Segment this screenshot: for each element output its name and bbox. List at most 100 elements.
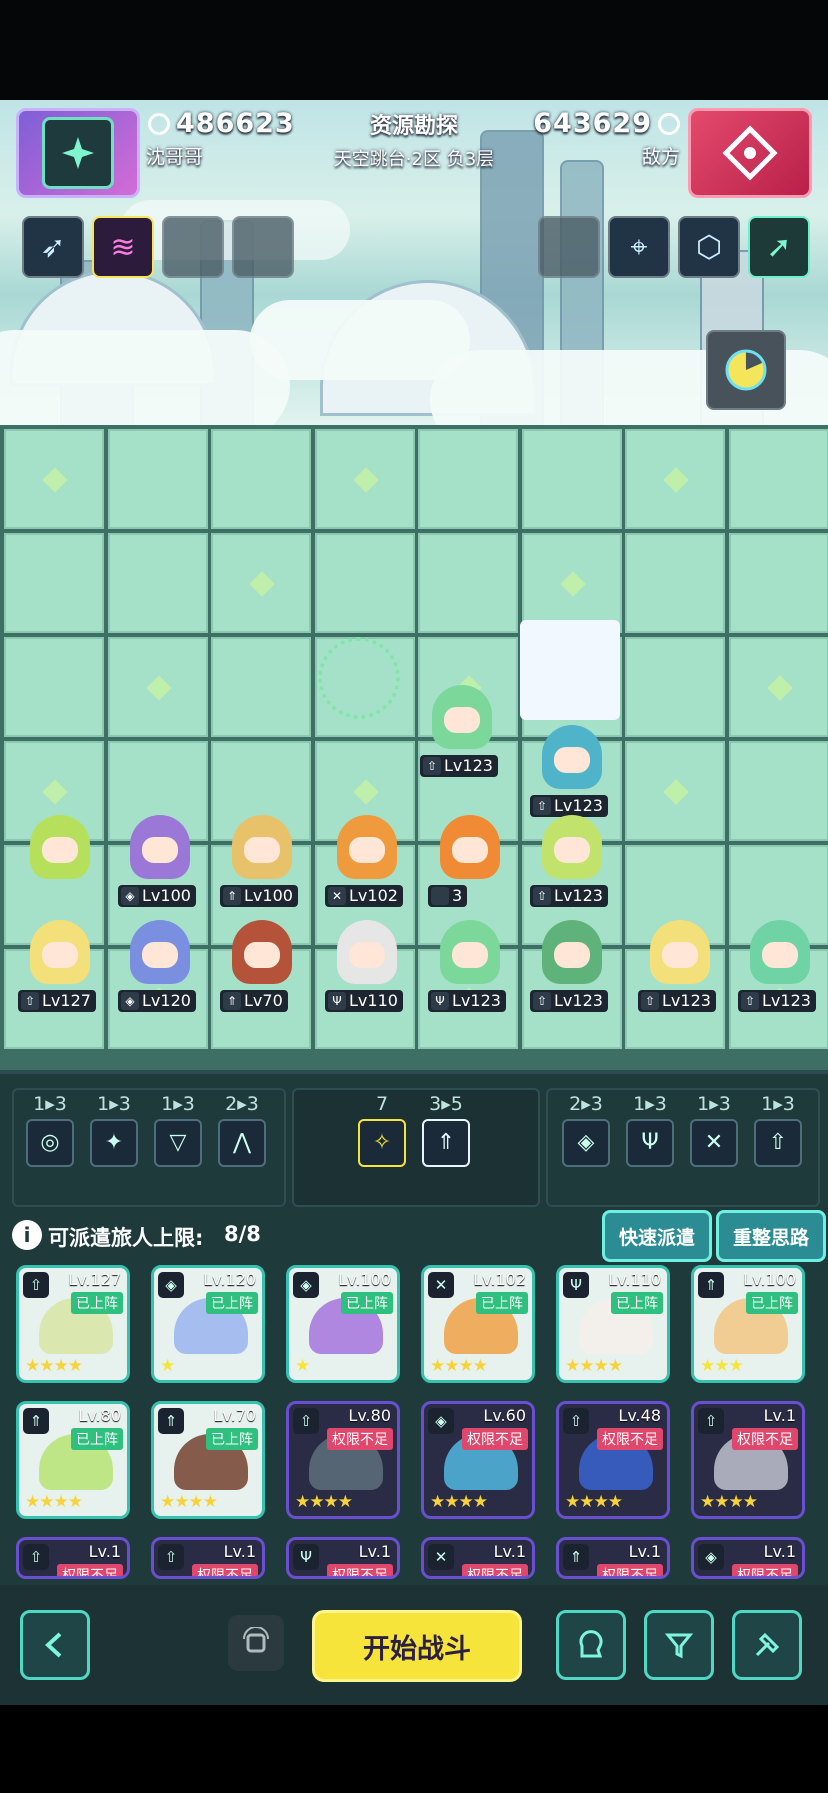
board-unit[interactable]: ⇧ Lv127 (18, 920, 102, 1012)
synergy-item[interactable]: 1▸3 Ψ (626, 1093, 674, 1167)
roster-card[interactable]: ⇑ Lv.100 已上阵 ★★★ (691, 1265, 805, 1383)
roster-card[interactable]: ⇧ Lv.48 权限不足 ★★★★ (556, 1401, 670, 1519)
board-unit[interactable]: ⇧ Lv123 (738, 920, 822, 1012)
enemy-avatar[interactable] (688, 108, 812, 198)
board-tile[interactable] (107, 533, 208, 633)
board-tile[interactable] (418, 429, 518, 529)
synergy-item[interactable]: 1▸3 ▽ (154, 1093, 202, 1167)
board-tile[interactable] (4, 429, 104, 529)
enemy-skill-slot-1[interactable] (538, 216, 600, 278)
board-unit[interactable]: ⇧ Lv123 (638, 920, 722, 1012)
board-unit[interactable]: ⇑ Lv70 (220, 920, 304, 1012)
synergy-item[interactable]: 2▸3 ◈ (562, 1093, 610, 1167)
quick-deploy-button[interactable]: 快速派遣 (602, 1210, 712, 1262)
synergy-count: 7 (375, 1093, 389, 1115)
board-unit[interactable]: ⇧ Lv123 (530, 920, 614, 1012)
board-tile[interactable] (211, 637, 311, 737)
swap-view-button[interactable] (228, 1615, 284, 1671)
enemy-skill-slot-3[interactable]: ⬡ (678, 216, 740, 278)
board-tile[interactable] (728, 533, 828, 633)
tile-pattern (766, 675, 793, 701)
battle-board[interactable]: ⇧ Lv123 ⇧ Lv123 ◈ Lv100 ⇑ Lv100 ✕ Lv102 3 ⇧ Lv123 ⇧ Lv… (0, 425, 828, 1070)
deploy-status-badge: 权限不足 (462, 1564, 528, 1576)
enemy-skill-slot-4[interactable]: ➚ (748, 216, 810, 278)
roster-card[interactable]: ⇑ Lv.80 已上阵 ★★★★ (16, 1401, 130, 1519)
synergy-item[interactable]: 1▸3 ✦ (90, 1093, 138, 1167)
roster-card[interactable]: ⇑ Lv.70 已上阵 ★★★★ (151, 1401, 265, 1519)
roster-card[interactable]: ⇧ Lv.80 权限不足 ★★★★ (286, 1401, 400, 1519)
roster-card[interactable]: Ψ Lv.1 权限不足 (286, 1537, 400, 1579)
upgrade-icon: ⇑ (422, 1119, 470, 1167)
board-unit[interactable]: Ψ Lv110 (325, 920, 409, 1012)
board-tile[interactable] (625, 429, 725, 529)
board-tile[interactable] (521, 533, 622, 633)
unit-level-text: Lv123 (452, 991, 501, 1010)
board-tile[interactable] (418, 533, 518, 633)
board-tile[interactable] (314, 533, 415, 633)
player-skill-slot-1[interactable]: ➶ (22, 216, 84, 278)
sort-button[interactable] (732, 1610, 802, 1680)
roster-card[interactable]: ⇧ Lv.1 权限不足 (16, 1537, 130, 1579)
info-icon[interactable]: i (12, 1220, 42, 1250)
board-tile[interactable] (625, 533, 725, 633)
board-unit[interactable]: Ψ Lv123 (428, 920, 512, 1012)
board-unit[interactable]: ⇧ Lv123 (530, 725, 614, 817)
roster-card[interactable]: ⇧ Lv.127 已上阵 ★★★★ (16, 1265, 130, 1383)
board-unit[interactable]: ✕ Lv102 (325, 815, 409, 907)
roster-card[interactable]: ⇧ Lv.1 权限不足 ★★★★ (691, 1401, 805, 1519)
board-unit[interactable]: ⇧ Lv123 (530, 815, 614, 907)
board-tile[interactable] (4, 637, 104, 737)
synergy-item[interactable]: 1▸3 ✕ (690, 1093, 738, 1167)
synergy-item[interactable]: 1▸3 ⇧ (754, 1093, 802, 1167)
strategy-button[interactable] (556, 1610, 626, 1680)
board-tile[interactable] (211, 429, 311, 529)
star-rating: ★★★★ (700, 1492, 758, 1512)
board-unit[interactable]: ⇑ Lv100 (220, 815, 304, 907)
filter-button[interactable] (644, 1610, 714, 1680)
unit-class-icon: ⇧ (21, 992, 39, 1010)
card-level: Lv.120 (203, 1270, 256, 1289)
board-tile[interactable] (728, 429, 828, 529)
board-unit[interactable] (18, 815, 102, 907)
board-tile[interactable] (107, 637, 208, 737)
board-tile[interactable] (625, 637, 725, 737)
card-level: Lv.1 (763, 1542, 796, 1561)
board-tile[interactable] (521, 429, 622, 529)
board-tile[interactable] (314, 429, 415, 529)
back-button[interactable] (20, 1610, 90, 1680)
roster-card[interactable]: ⇧ Lv.1 权限不足 (151, 1537, 265, 1579)
roster-card[interactable]: ✕ Lv.1 权限不足 (421, 1537, 535, 1579)
board-tile[interactable] (728, 637, 828, 737)
board-tile[interactable] (728, 741, 828, 841)
roster-card[interactable]: Ψ Lv.110 已上阵 ★★★★ (556, 1265, 670, 1383)
roster-card[interactable]: ◈ Lv.120 已上阵 ★ (151, 1265, 265, 1383)
board-unit[interactable]: ◈ Lv120 (118, 920, 202, 1012)
board-unit[interactable]: ◈ Lv100 (118, 815, 202, 907)
auto-battle-button[interactable] (706, 330, 786, 410)
synergy-item[interactable]: 2▸3 ⋀ (218, 1093, 266, 1167)
roster-card[interactable]: ◈ Lv.1 权限不足 (691, 1537, 805, 1579)
deploy-status-badge: 权限不足 (327, 1428, 393, 1450)
board-unit[interactable]: ⇧ Lv123 (420, 685, 504, 777)
roster-card[interactable]: ◈ Lv.100 已上阵 ★ (286, 1265, 400, 1383)
roster-card[interactable]: ⇑ Lv.1 权限不足 (556, 1537, 670, 1579)
player-skill-slot-3[interactable] (162, 216, 224, 278)
start-battle-button[interactable]: 开始战斗 (312, 1610, 522, 1682)
synergy-item[interactable]: 7 ✧ (358, 1093, 406, 1167)
star-rating: ★★★★ (295, 1492, 353, 1512)
board-tile[interactable] (4, 533, 104, 633)
board-unit[interactable]: 3 (428, 815, 512, 907)
wave-icon: ≋ (110, 229, 136, 265)
board-tile[interactable] (107, 429, 208, 529)
bow-icon: ⇧ (754, 1119, 802, 1167)
synergy-item[interactable]: 3▸5 ⇑ (422, 1093, 470, 1167)
board-tile[interactable] (211, 533, 311, 633)
roster-card[interactable]: ◈ Lv.60 权限不足 ★★★★ (421, 1401, 535, 1519)
board-tile[interactable] (625, 741, 725, 841)
player-skill-slot-2[interactable]: ≋ (92, 216, 154, 278)
player-skill-slot-4[interactable] (232, 216, 294, 278)
reset-formation-button[interactable]: 重整思路 (716, 1210, 826, 1262)
synergy-item[interactable]: 1▸3 ◎ (26, 1093, 74, 1167)
roster-card[interactable]: ✕ Lv.102 已上阵 ★★★★ (421, 1265, 535, 1383)
enemy-skill-slot-2[interactable]: ⌖ (608, 216, 670, 278)
